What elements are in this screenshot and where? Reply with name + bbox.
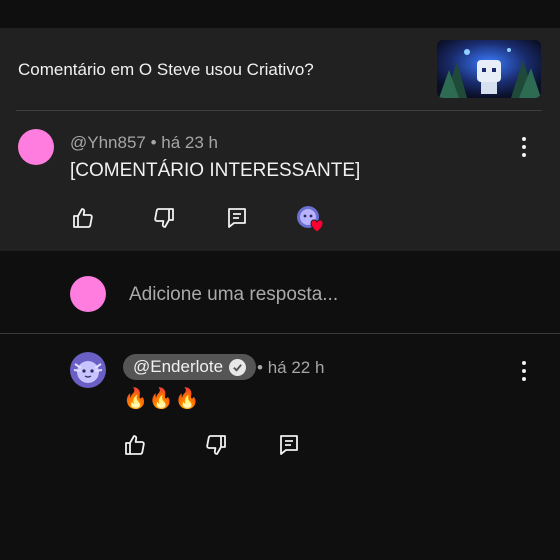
meta-separator: •: [150, 133, 162, 152]
thumbs-down-icon: [154, 208, 174, 228]
verified-icon: [229, 358, 247, 376]
creator-heart[interactable]: [296, 205, 326, 233]
thumbs-up-icon: [73, 208, 93, 228]
video-thumbnail[interactable]: [437, 40, 541, 98]
like-button[interactable]: [70, 205, 96, 231]
more-dot: [522, 153, 526, 157]
reply-author: @Enderlote: [133, 357, 224, 376]
axolotl-avatar-icon: [70, 352, 106, 388]
more-dot: [522, 145, 526, 149]
author-chip[interactable]: @Enderlote: [123, 354, 257, 380]
reply-like-button[interactable]: [122, 432, 148, 458]
reply-icon: [228, 208, 246, 228]
checkmark-glyph: [233, 363, 242, 372]
context-title[interactable]: Comentário em O Steve usou Criativo?: [18, 60, 314, 80]
comment-time: há 23 h: [161, 133, 219, 152]
reply-divider: [0, 333, 560, 334]
more-vertical-icon: [522, 137, 526, 141]
more-vertical-icon: [522, 361, 526, 365]
reply-icon: [280, 435, 298, 455]
reply-text: 🔥🔥🔥: [123, 388, 201, 410]
more-dot: [522, 377, 526, 381]
more-dot: [522, 369, 526, 373]
meta-separator: •: [257, 358, 268, 377]
header-divider: [16, 110, 542, 111]
reply-input[interactable]: Adicione uma resposta...: [129, 284, 338, 306]
thumbnail-image: [437, 40, 541, 98]
commenter-avatar[interactable]: [18, 129, 54, 165]
replier-avatar[interactable]: [70, 352, 106, 388]
comment-more-button[interactable]: [521, 137, 527, 157]
creator-heart-icon: [297, 206, 324, 233]
comment-author[interactable]: @Yhn857: [70, 133, 146, 152]
reply-time: há 22 h: [267, 358, 325, 377]
top-strip: [0, 0, 560, 28]
reply-reply-button[interactable]: [276, 432, 302, 458]
dislike-button[interactable]: [151, 205, 177, 231]
reply-meta: • há 22 h: [257, 358, 324, 378]
user-avatar: [70, 276, 106, 312]
comment-text: [COMENTÁRIO INTERESSANTE]: [70, 160, 361, 181]
reply-dislike-button[interactable]: [203, 432, 229, 458]
reply-more-button[interactable]: [521, 361, 527, 381]
thumbs-up-icon: [125, 435, 145, 455]
reply-button[interactable]: [224, 205, 250, 231]
comment-meta: @Yhn857 • há 23 h: [70, 133, 218, 153]
thumbs-down-icon: [206, 435, 226, 455]
